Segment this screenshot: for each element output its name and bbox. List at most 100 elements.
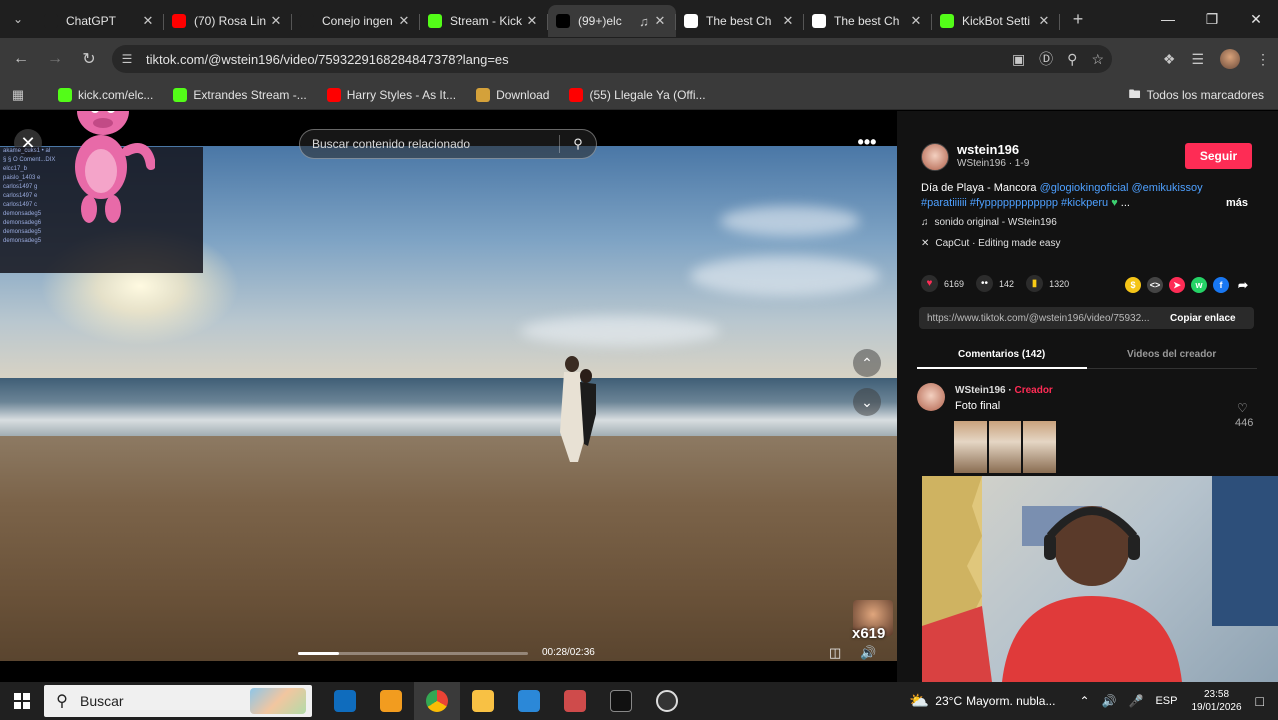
taskbar-search[interactable]: ⚲ Buscar	[44, 685, 312, 717]
bookmark-item[interactable]: Extrandes Stream -...	[173, 87, 307, 102]
tab-close-icon[interactable]: ✕	[652, 13, 668, 29]
translate-icon[interactable]: Ⓓ	[1039, 49, 1053, 69]
tab-strip: ⌄ ChatGPT ✕ (70) Rosa Lin ✕ Conejo ingen ✕ Str…	[0, 0, 1278, 38]
tab-label: KickBot Setti	[962, 14, 1031, 28]
comment-button[interactable]: •• 142	[976, 275, 1014, 292]
new-tab-button[interactable]: +	[1064, 5, 1092, 33]
send-icon[interactable]: ➤	[1169, 277, 1185, 293]
zoom-icon[interactable]: ⚲	[1067, 51, 1077, 68]
apps-grid-icon[interactable]: ▦	[0, 87, 36, 103]
chrome-app-icon[interactable]	[414, 682, 460, 720]
youtube-icon	[569, 87, 584, 102]
search-icon[interactable]: ⚲	[560, 136, 596, 152]
volume-tray-icon[interactable]: 🔊	[1102, 694, 1117, 708]
tab-label: The best Ch	[834, 14, 900, 28]
more-options-icon[interactable]: •••	[853, 131, 881, 153]
capcut-link[interactable]: ✕ CapCut · Editing made easy	[921, 238, 1060, 249]
tab-close-icon[interactable]: ✕	[908, 13, 924, 29]
browser-tab[interactable]: The best Ch ✕	[676, 5, 804, 37]
related-search[interactable]: Buscar contenido relacionado ⚲	[299, 129, 597, 159]
microphone-icon[interactable]: 🎤	[1129, 694, 1144, 708]
tab-creator-videos[interactable]: Videos del creador	[1127, 349, 1216, 360]
weather-widget[interactable]: ⛅ 23°C Mayorm. nubla...	[909, 691, 1055, 711]
more-link[interactable]: más	[1226, 197, 1248, 209]
next-video-icon[interactable]: ⌄	[853, 388, 881, 416]
url-text[interactable]: tiktok.com/@wstein196/video/759322916828…	[146, 52, 509, 67]
store-app-icon[interactable]	[506, 682, 552, 720]
chrome-menu-icon[interactable]: ⋮	[1256, 51, 1270, 68]
facebook-icon[interactable]: f	[1213, 277, 1229, 293]
sketch-app-icon[interactable]	[552, 682, 598, 720]
bookmark-star-icon[interactable]: ☆	[1091, 51, 1104, 68]
comment-like-icon[interactable]: ♡	[1237, 401, 1248, 415]
tab-comments[interactable]: Comentarios (142)	[958, 349, 1045, 360]
tab-close-icon[interactable]: ✕	[780, 13, 796, 29]
floating-player-icon[interactable]: ◫	[829, 645, 841, 661]
volume-icon[interactable]: 🔊	[860, 645, 876, 661]
react-count: x619	[852, 625, 886, 642]
outlook-app-icon[interactable]	[322, 682, 368, 720]
comment-avatar[interactable]	[917, 383, 945, 411]
achievement-app-icon[interactable]	[368, 682, 414, 720]
author-name[interactable]: wstein196	[957, 142, 1019, 157]
browser-tab[interactable]: Conejo ingen ✕	[292, 5, 420, 37]
notifications-icon[interactable]: □	[1256, 693, 1264, 709]
reload-icon[interactable]: ↻	[72, 42, 106, 76]
clock[interactable]: 23:58 19/01/2026	[1191, 688, 1241, 714]
tab-search-icon[interactable]: ⌄	[0, 0, 36, 38]
media-control-icon[interactable]: ☰	[1191, 51, 1204, 68]
tab-close-icon[interactable]: ✕	[140, 13, 156, 29]
desc-text: Día de Playa - Mancora	[921, 182, 1040, 194]
share-arrow-icon[interactable]: ➦	[1235, 277, 1251, 293]
embed-icon[interactable]: <>	[1147, 277, 1163, 293]
site-settings-icon[interactable]: ☰	[112, 52, 142, 66]
install-app-icon[interactable]: ▣	[1012, 51, 1025, 68]
browser-tab[interactable]: (70) Rosa Lin ✕	[164, 5, 292, 37]
extensions-icon[interactable]: ❖	[1163, 51, 1176, 68]
bookmark-item[interactable]: Download	[476, 87, 549, 102]
video-progress-bar[interactable]	[298, 652, 528, 655]
tab-close-icon[interactable]: ✕	[1036, 13, 1052, 29]
tab-close-icon[interactable]: ✕	[396, 13, 412, 29]
browser-tab[interactable]: ChatGPT ✕	[36, 5, 164, 37]
video-player[interactable]: ✕ Buscar contenido relacionado ⚲ ••• ⌃ ⌄…	[0, 111, 897, 682]
bookmark-item[interactable]: kick.com/elc...	[58, 87, 153, 102]
back-icon[interactable]: ←	[4, 42, 38, 76]
browser-tab[interactable]: The best Ch ✕	[804, 5, 932, 37]
sound-link[interactable]: ♫ sonido original - WStein196	[921, 217, 1057, 228]
related-search-input[interactable]: Buscar contenido relacionado	[300, 137, 559, 151]
save-button[interactable]: ▮ 1320	[1026, 275, 1069, 292]
follow-button[interactable]: Seguir	[1185, 143, 1252, 169]
like-button[interactable]: ♥ 6169	[921, 275, 964, 292]
file-explorer-icon[interactable]	[460, 682, 506, 720]
previous-video-icon[interactable]: ⌃	[853, 349, 881, 377]
tab-close-icon[interactable]: ✕	[268, 13, 284, 29]
whatsapp-icon[interactable]: w	[1191, 277, 1207, 293]
author-avatar[interactable]	[921, 143, 949, 171]
browser-tab[interactable]: KickBot Setti ✕	[932, 5, 1060, 37]
diamond-icon	[684, 14, 698, 28]
comment-author[interactable]: WStein196 · Creador	[955, 385, 1053, 396]
close-window-icon[interactable]: ✕	[1234, 0, 1278, 38]
comment-photo[interactable]	[954, 421, 1057, 473]
profile-avatar[interactable]	[1220, 49, 1240, 69]
browser-tab[interactable]: (99+)elc ♫ ✕	[548, 5, 676, 37]
restore-icon[interactable]: ❐	[1190, 0, 1234, 38]
address-bar[interactable]: ☰ tiktok.com/@wstein196/video/7593229168…	[112, 45, 1112, 73]
copy-link-button[interactable]: Copiar enlace	[1170, 313, 1236, 324]
bookmark-item[interactable]: Harry Styles - As It...	[326, 87, 456, 102]
language-indicator[interactable]: ESP	[1155, 695, 1177, 707]
capcut-app-icon[interactable]	[598, 682, 644, 720]
forward-icon[interactable]: →	[38, 42, 72, 76]
minimize-icon[interactable]: —	[1146, 0, 1190, 38]
gift-icon[interactable]: $	[1125, 277, 1141, 293]
chevron-up-icon[interactable]: ⌃	[1079, 694, 1089, 708]
browser-tab[interactable]: Stream - Kick ✕	[420, 5, 548, 37]
tab-close-icon[interactable]: ✕	[524, 13, 540, 29]
share-link-url[interactable]: https://www.tiktok.com/@wstein196/video/…	[919, 313, 1164, 324]
obs-app-icon[interactable]	[644, 682, 690, 720]
start-button[interactable]	[0, 682, 44, 720]
all-bookmarks[interactable]: 🖿 Todos los marcadores	[1129, 80, 1264, 110]
bookmark-item[interactable]: (55) Llegale Ya (Offi...	[569, 87, 706, 102]
tab-audio-icon[interactable]: ♫	[636, 14, 652, 29]
